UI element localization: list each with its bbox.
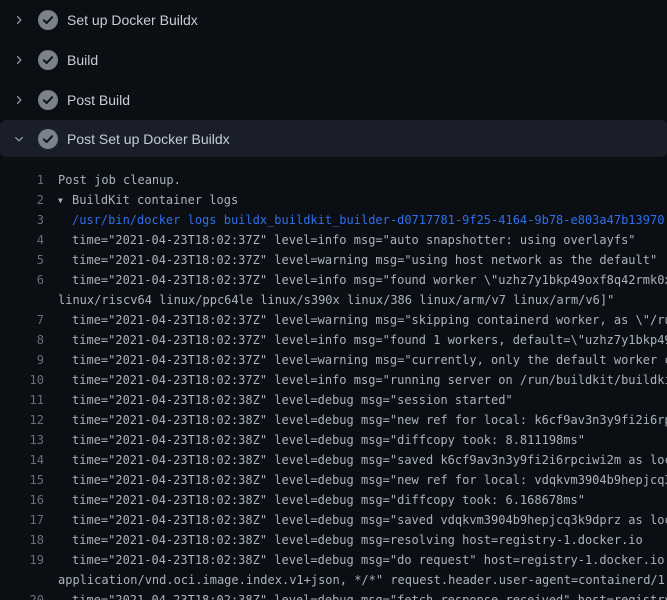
line-number[interactable]: 2 — [0, 190, 44, 210]
line-number[interactable]: 9 — [0, 350, 44, 370]
log-text: time="2021-04-23T18:02:37Z" level=warnin… — [58, 250, 657, 270]
log-text: time="2021-04-23T18:02:38Z" level=debug … — [58, 390, 513, 410]
chevron-right-icon — [13, 12, 25, 28]
log-text: application/vnd.oci.image.index.v1+json,… — [58, 570, 667, 590]
line-number[interactable]: 18 — [0, 530, 44, 550]
log-line: application/vnd.oci.image.index.v1+json,… — [0, 570, 667, 590]
log-line: 12 time="2021-04-23T18:02:38Z" level=deb… — [0, 410, 667, 430]
step-label: Build — [67, 52, 98, 68]
log-line: 6 time="2021-04-23T18:02:37Z" level=info… — [0, 270, 667, 290]
log-area: 1 Post job cleanup. 2 ▼BuildKit containe… — [0, 157, 667, 600]
log-text: time="2021-04-23T18:02:37Z" level=info m… — [58, 270, 667, 290]
step-row[interactable]: Post Build — [0, 80, 667, 120]
group-title[interactable]: BuildKit container logs — [72, 193, 238, 207]
log-line: 14 time="2021-04-23T18:02:38Z" level=deb… — [0, 450, 667, 470]
chevron-down-icon — [13, 131, 25, 147]
command-text: /usr/bin/docker logs buildx_buildkit_bui… — [58, 210, 664, 230]
line-number[interactable]: 16 — [0, 490, 44, 510]
log-text: time="2021-04-23T18:02:37Z" level=warnin… — [58, 310, 667, 330]
step-label: Post Set up Docker Buildx — [67, 131, 230, 147]
check-circle-icon — [38, 129, 58, 149]
log-line: 2 ▼BuildKit container logs — [0, 190, 667, 210]
log-line: 13 time="2021-04-23T18:02:38Z" level=deb… — [0, 430, 667, 450]
chevron-right-icon — [13, 52, 25, 68]
log-text: time="2021-04-23T18:02:38Z" level=debug … — [58, 410, 667, 430]
line-number[interactable]: 15 — [0, 470, 44, 490]
log-text: time="2021-04-23T18:02:38Z" level=debug … — [58, 450, 667, 470]
actions-log-viewer: Set up Docker Buildx Build Post Build — [0, 0, 667, 600]
steps-list: Set up Docker Buildx Build Post Build — [0, 0, 667, 157]
log-line: 1 Post job cleanup. — [0, 170, 667, 190]
line-number[interactable]: 13 — [0, 430, 44, 450]
step-row[interactable]: Post Set up Docker Buildx — [0, 120, 667, 157]
log-text: ▼BuildKit container logs — [58, 190, 238, 210]
line-number[interactable]: 17 — [0, 510, 44, 530]
log-line: 15 time="2021-04-23T18:02:38Z" level=deb… — [0, 470, 667, 490]
line-number[interactable]: 10 — [0, 370, 44, 390]
log-text: time="2021-04-23T18:02:37Z" level=info m… — [58, 230, 636, 250]
step-label: Set up Docker Buildx — [67, 12, 198, 28]
line-number[interactable]: 4 — [0, 230, 44, 250]
line-number[interactable]: 12 — [0, 410, 44, 430]
line-number[interactable]: 7 — [0, 310, 44, 330]
log-line: linux/riscv64 linux/ppc64le linux/s390x … — [0, 290, 667, 310]
log-line: 4 time="2021-04-23T18:02:37Z" level=info… — [0, 230, 667, 250]
log-line: 19 time="2021-04-23T18:02:38Z" level=deb… — [0, 550, 667, 570]
log-line: 9 time="2021-04-23T18:02:37Z" level=warn… — [0, 350, 667, 370]
line-number[interactable]: 19 — [0, 550, 44, 570]
log-line: 17 time="2021-04-23T18:02:38Z" level=deb… — [0, 510, 667, 530]
line-number[interactable]: 11 — [0, 390, 44, 410]
check-circle-icon — [38, 50, 58, 70]
step-row[interactable]: Set up Docker Buildx — [0, 0, 667, 40]
step-row[interactable]: Build — [0, 40, 667, 80]
line-number[interactable]: 5 — [0, 250, 44, 270]
chevron-right-icon — [13, 92, 25, 108]
line-number[interactable]: 8 — [0, 330, 44, 350]
log-text: time="2021-04-23T18:02:38Z" level=debug … — [58, 510, 667, 530]
log-text: time="2021-04-23T18:02:38Z" level=debug … — [58, 530, 643, 550]
line-number[interactable]: 3 — [0, 210, 44, 230]
log-text: time="2021-04-23T18:02:37Z" level=info m… — [58, 370, 667, 390]
log-text: time="2021-04-23T18:02:38Z" level=debug … — [58, 590, 667, 600]
line-number[interactable]: 1 — [0, 170, 44, 190]
log-text: time="2021-04-23T18:02:38Z" level=debug … — [58, 550, 667, 570]
log-line: 16 time="2021-04-23T18:02:38Z" level=deb… — [0, 490, 667, 510]
log-line: 5 time="2021-04-23T18:02:37Z" level=warn… — [0, 250, 667, 270]
log-text: time="2021-04-23T18:02:38Z" level=debug … — [58, 430, 585, 450]
line-number[interactable]: 6 — [0, 270, 44, 290]
log-text: time="2021-04-23T18:02:38Z" level=debug … — [58, 470, 667, 490]
log-line: 20 time="2021-04-23T18:02:38Z" level=deb… — [0, 590, 667, 600]
log-line: 3 /usr/bin/docker logs buildx_buildkit_b… — [0, 210, 667, 230]
log-text: time="2021-04-23T18:02:37Z" level=info m… — [58, 330, 667, 350]
log-line: 18 time="2021-04-23T18:02:38Z" level=deb… — [0, 530, 667, 550]
log-line: 10 time="2021-04-23T18:02:37Z" level=inf… — [0, 370, 667, 390]
log-text: Post job cleanup. — [58, 170, 181, 190]
log-line: 11 time="2021-04-23T18:02:38Z" level=deb… — [0, 390, 667, 410]
check-circle-icon — [38, 10, 58, 30]
log-text: time="2021-04-23T18:02:38Z" level=debug … — [58, 490, 585, 510]
line-number[interactable] — [0, 290, 44, 310]
log-text: time="2021-04-23T18:02:37Z" level=warnin… — [58, 350, 667, 370]
log-line: 7 time="2021-04-23T18:02:37Z" level=warn… — [0, 310, 667, 330]
step-label: Post Build — [67, 92, 130, 108]
check-circle-icon — [38, 90, 58, 110]
group-collapse-icon[interactable]: ▼ — [58, 191, 72, 211]
log-text: linux/riscv64 linux/ppc64le linux/s390x … — [58, 290, 614, 310]
line-number[interactable]: 14 — [0, 450, 44, 470]
line-number[interactable]: 20 — [0, 590, 44, 600]
line-number[interactable] — [0, 570, 44, 590]
log-line: 8 time="2021-04-23T18:02:37Z" level=info… — [0, 330, 667, 350]
